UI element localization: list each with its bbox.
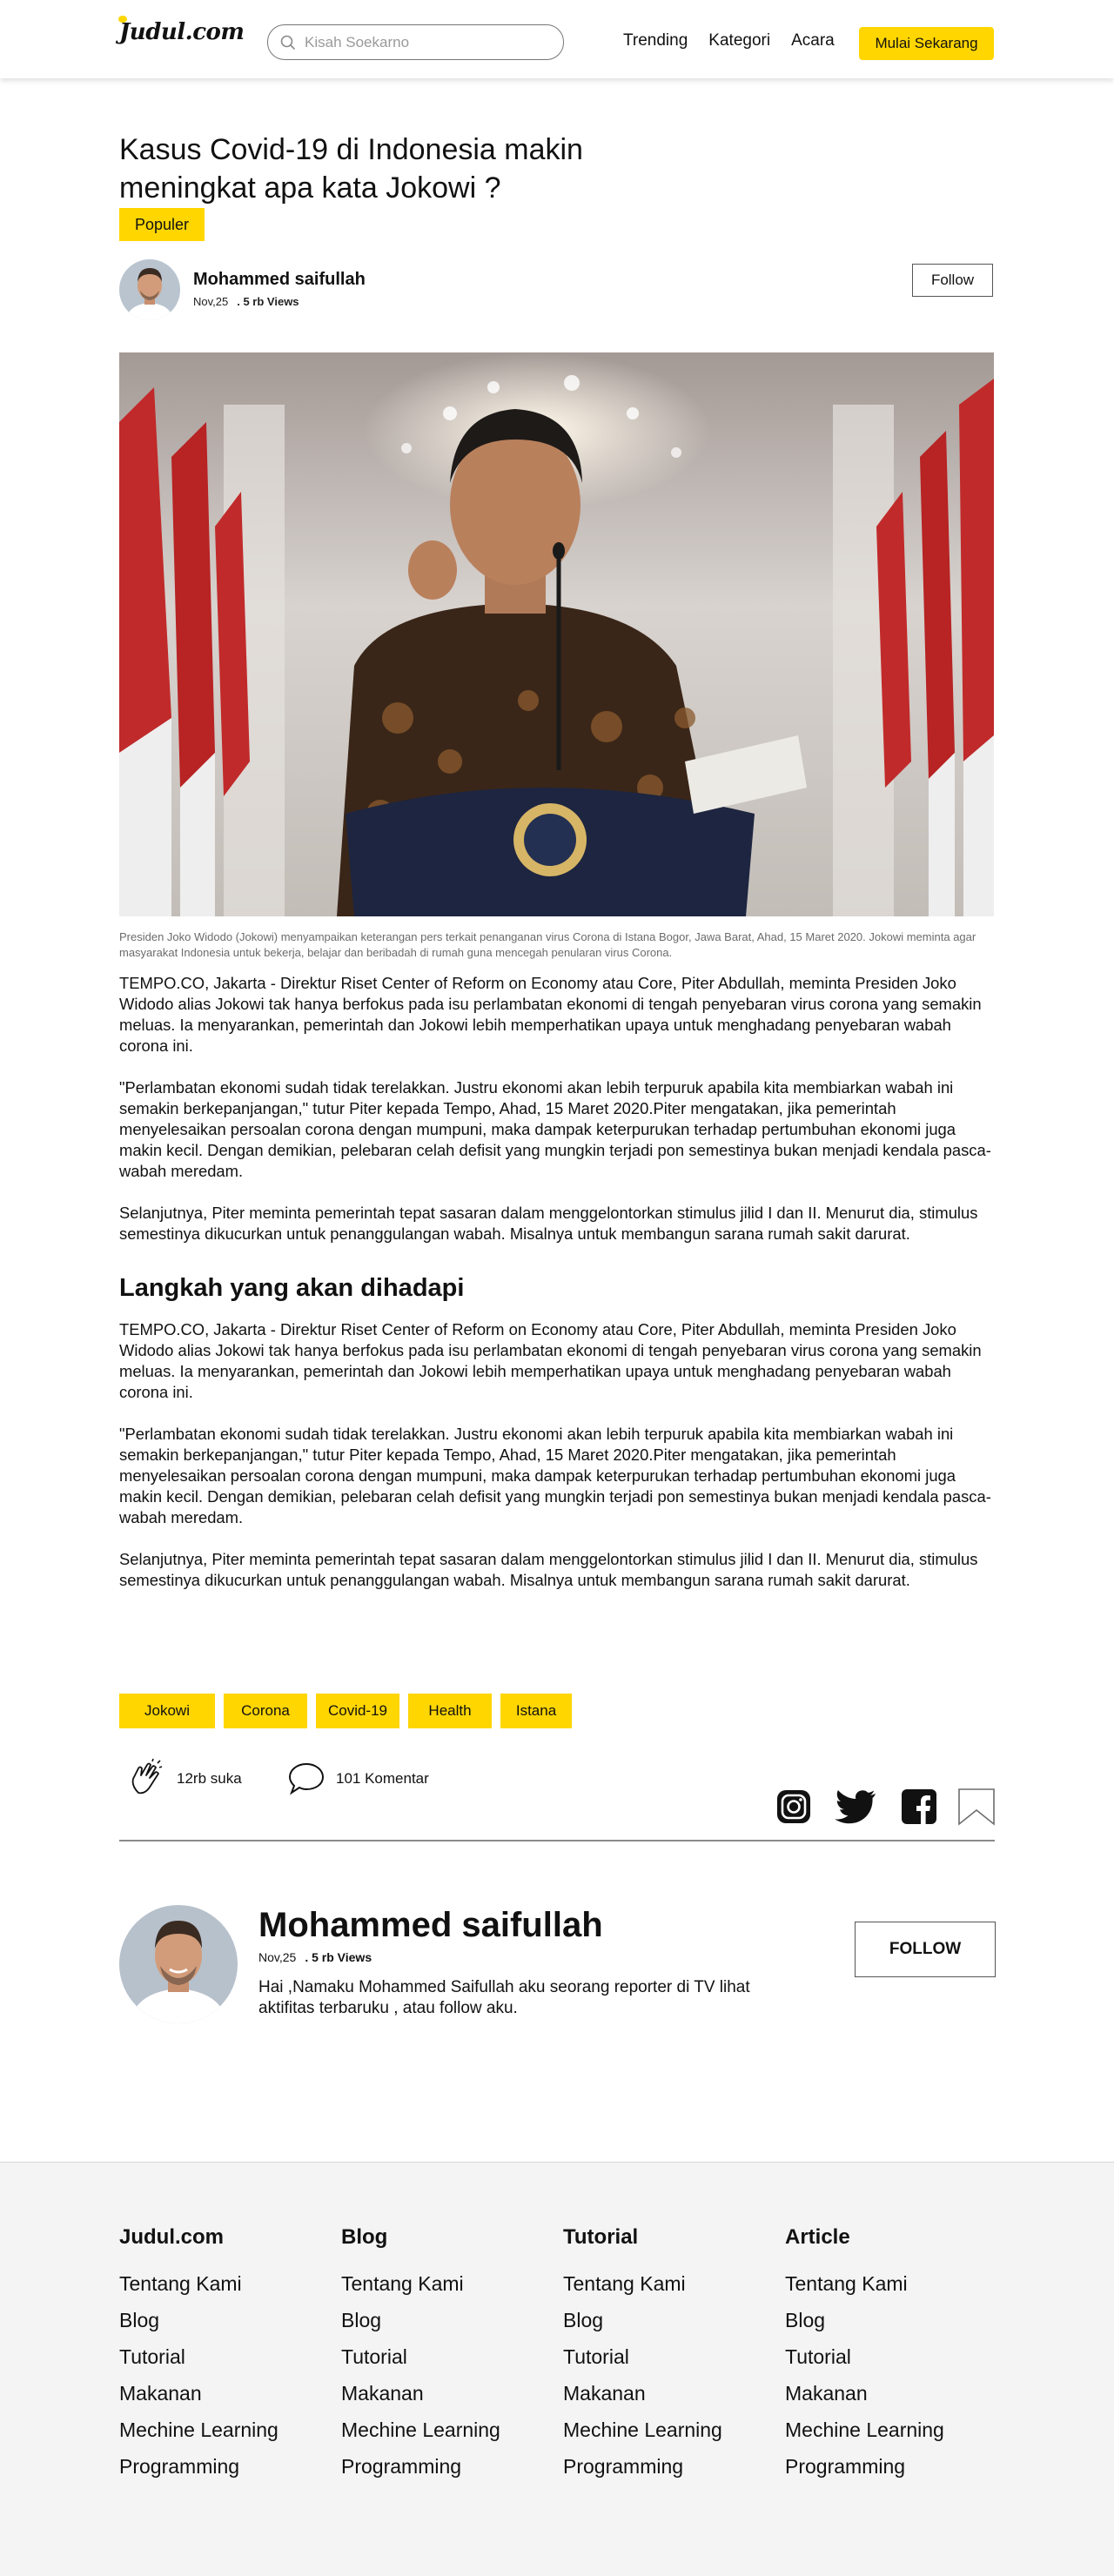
paragraph: "Perlambatan ekonomi sudah tidak terelak… (119, 1078, 991, 1180)
footer-link[interactable]: Tutorial (341, 2338, 500, 2375)
author-name[interactable]: Mohammed saifullah (193, 270, 366, 290)
like-count: 12rb suka (177, 1770, 242, 1787)
author-card-meta: Nov,25 . 5 rb Views (258, 1950, 372, 1964)
popular-badge[interactable]: Populer (119, 208, 205, 241)
footer-column: Tutorial Tentang Kami Blog Tutorial Maka… (563, 2225, 722, 2485)
footer-column-title: Blog (341, 2225, 388, 2249)
tag-corona[interactable]: Corona (224, 1694, 307, 1728)
like-button[interactable]: 12rb suka (126, 1758, 242, 1800)
instagram-icon[interactable] (775, 1788, 813, 1826)
footer-link[interactable]: Programming (341, 2448, 500, 2485)
author-card-avatar[interactable] (119, 1905, 238, 2023)
search-box[interactable] (267, 24, 564, 60)
author-meta: Nov,25 . 5 rb Views (193, 295, 299, 308)
tag-covid-19[interactable]: Covid-19 (316, 1694, 399, 1728)
footer-link[interactable]: Makanan (119, 2375, 278, 2412)
footer-link[interactable]: Programming (563, 2448, 722, 2485)
section-divider (119, 1840, 995, 1841)
footer-link[interactable]: Mechine Learning (563, 2412, 722, 2448)
author-bio: Hai ,Namaku Mohammed Saifullah aku seora… (258, 1978, 750, 2017)
main-nav: Trending Kategori Acara (623, 31, 835, 50)
footer-link[interactable]: Tutorial (563, 2338, 722, 2375)
bookmark-icon[interactable] (957, 1788, 996, 1826)
search-input[interactable] (305, 33, 548, 51)
footer-link[interactable]: Tutorial (785, 2338, 944, 2375)
logo-dot (118, 16, 127, 23)
author-card-views: . 5 rb Views (305, 1950, 372, 1964)
footer-link[interactable]: Programming (785, 2448, 944, 2485)
article-title: Kasus Covid-19 di Indonesia makin mening… (119, 133, 583, 205)
author-avatar[interactable] (119, 259, 180, 320)
article-hero-image (119, 352, 994, 916)
paragraph: Selanjutnya, Piter meminta pemerintah te… (119, 1204, 978, 1243)
footer-column: Blog Tentang Kami Blog Tutorial Makanan … (341, 2225, 500, 2485)
footer-column-title: Judul.com (119, 2225, 225, 2249)
article-body-section-2: TEMPO.CO, Jakarta - Direktur Riset Cente… (119, 1319, 994, 1612)
footer-link[interactable]: Programming (119, 2448, 278, 2485)
paragraph: TEMPO.CO, Jakarta - Direktur Riset Cente… (119, 974, 982, 1055)
view-count: . 5 rb Views (237, 295, 299, 308)
comment-icon (288, 1762, 325, 1795)
site-logo[interactable]: Judul.com (118, 16, 245, 45)
footer-link[interactable]: Makanan (341, 2375, 500, 2412)
footer-link[interactable]: Tentang Kami (341, 2265, 500, 2302)
follow-button[interactable]: Follow (912, 264, 993, 297)
tag-health[interactable]: Health (408, 1694, 492, 1728)
clap-icon (131, 1758, 163, 1794)
start-now-button[interactable]: Mulai Sekarang (859, 27, 994, 60)
tag-jokowi[interactable]: Jokowi (119, 1694, 215, 1728)
footer-link[interactable]: Mechine Learning (785, 2412, 944, 2448)
footer-link[interactable]: Tentang Kami (119, 2265, 278, 2302)
footer-link[interactable]: Tutorial (119, 2338, 278, 2375)
nav-kategori[interactable]: Kategori (708, 31, 770, 50)
footer-link[interactable]: Mechine Learning (119, 2412, 278, 2448)
comment-button[interactable]: 101 Komentar (287, 1761, 429, 1796)
footer: Judul.com Tentang Kami Blog Tutorial Mak… (0, 2162, 1114, 2576)
footer-column-title: Article (785, 2225, 850, 2249)
footer-link[interactable]: Tentang Kami (563, 2265, 722, 2302)
paragraph: TEMPO.CO, Jakarta - Direktur Riset Cente… (119, 1320, 982, 1401)
footer-link[interactable]: Blog (563, 2302, 722, 2338)
footer-link[interactable]: Blog (785, 2302, 944, 2338)
footer-column: Article Tentang Kami Blog Tutorial Makan… (785, 2225, 944, 2485)
facebook-icon[interactable] (900, 1788, 938, 1826)
footer-link[interactable]: Blog (119, 2302, 278, 2338)
image-caption: Presiden Joko Widodo (Jokowi) menyampaik… (119, 930, 976, 959)
tag-list: Jokowi Corona Covid-19 Health Istana (119, 1694, 572, 1728)
footer-link[interactable]: Tentang Kami (785, 2265, 944, 2302)
footer-link[interactable]: Makanan (785, 2375, 944, 2412)
tag-istana[interactable]: Istana (500, 1694, 572, 1728)
footer-link[interactable]: Makanan (563, 2375, 722, 2412)
navbar: Judul.com Trending Kategori Acara Mulai … (0, 0, 1114, 78)
nav-acara[interactable]: Acara (791, 31, 835, 50)
footer-column-title: Tutorial (563, 2225, 639, 2249)
author-card-name[interactable]: Mohammed saifullah (258, 1906, 603, 1945)
footer-link[interactable]: Blog (341, 2302, 500, 2338)
comment-count: 101 Komentar (336, 1770, 429, 1787)
twitter-icon[interactable] (834, 1788, 877, 1826)
section-heading: Langkah yang akan dihadapi (119, 1274, 465, 1302)
footer-column: Judul.com Tentang Kami Blog Tutorial Mak… (119, 2225, 278, 2485)
search-icon (280, 35, 296, 50)
post-date: Nov,25 (193, 295, 229, 308)
author-card-follow-button[interactable]: FOLLOW (855, 1922, 996, 1977)
logo-text: Judul.com (119, 19, 245, 45)
author-card-date: Nov,25 (258, 1950, 297, 1964)
paragraph: "Perlambatan ekonomi sudah tidak terelak… (119, 1425, 991, 1526)
nav-trending[interactable]: Trending (623, 31, 688, 50)
article-body: TEMPO.CO, Jakarta - Direktur Riset Cente… (119, 973, 994, 1265)
footer-link[interactable]: Mechine Learning (341, 2412, 500, 2448)
paragraph: Selanjutnya, Piter meminta pemerintah te… (119, 1550, 978, 1589)
